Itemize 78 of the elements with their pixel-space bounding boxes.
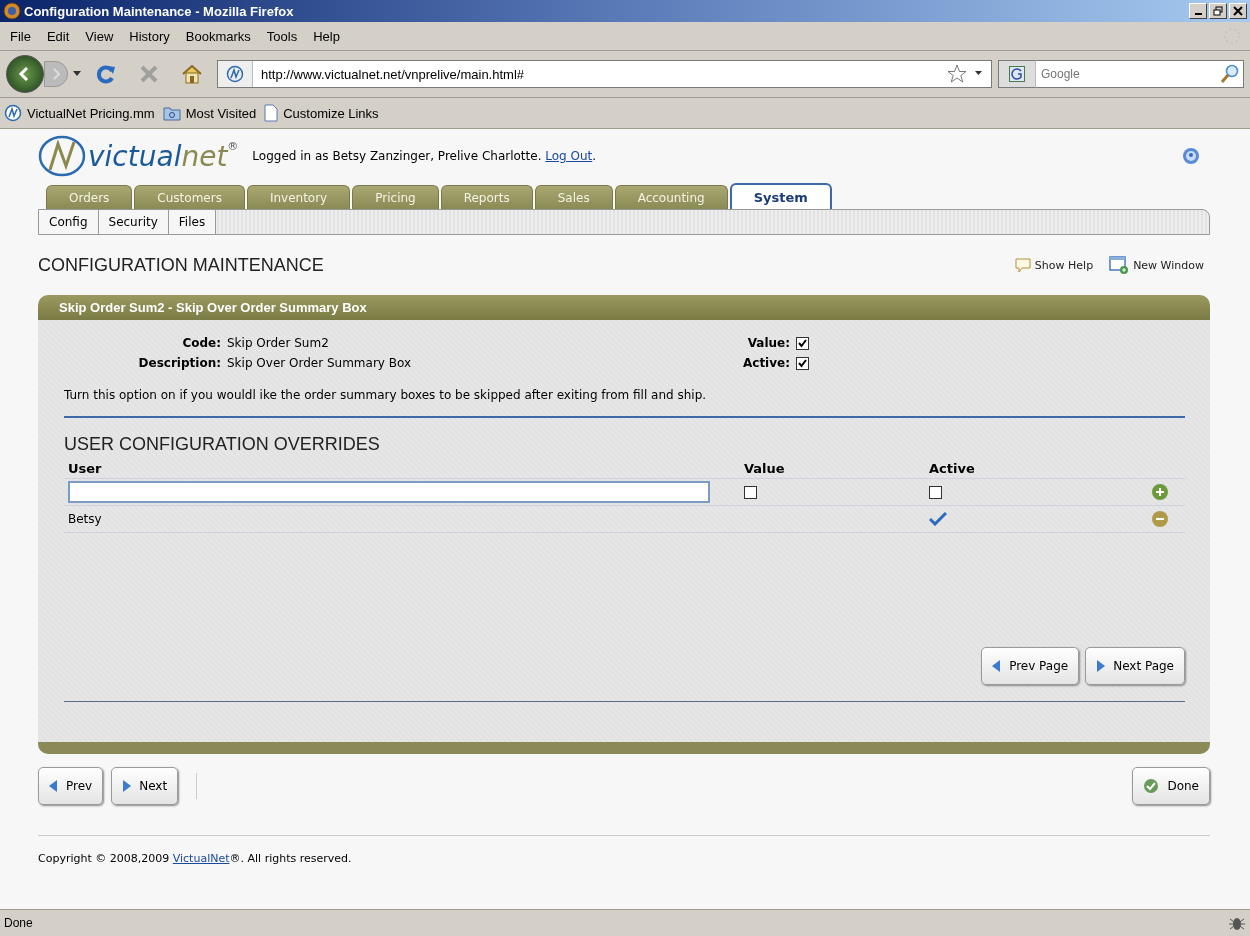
- column-header: Active: [925, 459, 1125, 479]
- search-engine-icon: [1009, 66, 1025, 82]
- status-text: Done: [4, 916, 33, 930]
- copyright-text: Copyright © 2008,2009 VictualNet®. All rights reserved.: [38, 852, 353, 865]
- sub-tab[interactable]: Config: [39, 210, 99, 234]
- field-label: Value:: [746, 336, 790, 350]
- login-status: Logged in as Betsy Zanzinger, Prelive Charlotte. Log Out.: [252, 149, 597, 163]
- user-input-field[interactable]: [68, 481, 710, 503]
- field-label: Active:: [742, 356, 790, 370]
- speech-bubble-icon: [1014, 257, 1031, 273]
- help-icon[interactable]: [1182, 147, 1200, 165]
- page-title: CONFIGURATION MAINTENANCE: [38, 254, 324, 276]
- column-header: Value: [740, 459, 925, 479]
- table-cell: Betsy: [68, 512, 102, 526]
- page-icon: [264, 104, 279, 122]
- search-icon[interactable]: [1217, 60, 1244, 88]
- bookmark-item[interactable]: Most Visited: [162, 105, 257, 121]
- menu-item[interactable]: Edit: [38, 28, 78, 44]
- field-value: Skip Order Sum2: [227, 336, 330, 350]
- minimize-icon: [1194, 13, 1202, 15]
- search-field[interactable]: Google: [1036, 60, 1217, 88]
- sub-tab[interactable]: Files: [168, 210, 217, 234]
- home-icon[interactable]: [181, 64, 203, 84]
- menu-item[interactable]: History: [121, 28, 178, 44]
- menu-item[interactable]: Bookmarks: [177, 28, 259, 44]
- dropdown-icon[interactable]: [73, 71, 81, 77]
- star-icon[interactable]: [947, 64, 967, 84]
- menu-item[interactable]: Tools: [258, 28, 306, 44]
- checkbox[interactable]: [929, 485, 942, 499]
- add-icon[interactable]: [1151, 483, 1169, 501]
- window-title: Configuration Maintenance - Mozilla Firefox: [24, 3, 294, 19]
- restore-button[interactable]: [1209, 3, 1227, 19]
- close-button[interactable]: [1229, 3, 1247, 19]
- logo: victualnet$^{®}$: [38, 134, 239, 178]
- pagination-button[interactable]: Prev Page: [981, 647, 1080, 685]
- address-bar[interactable]: http://www.victualnet.net/vnprelive/main.html#: [217, 60, 992, 88]
- field-value: Skip Over Order Summary Box: [227, 356, 413, 370]
- field-label: Description:: [137, 356, 221, 370]
- site-logo-icon: [226, 65, 244, 83]
- bookmark-item[interactable]: VictualNet Pricing.mm: [4, 104, 155, 122]
- navigation-button[interactable]: Next: [111, 767, 179, 805]
- dropdown-icon[interactable]: [975, 71, 983, 77]
- panel-title: Skip Order Sum2 - Skip Over Order Summary Box: [59, 300, 367, 315]
- back-button[interactable]: [6, 55, 44, 93]
- folder-icon: [162, 105, 181, 121]
- column-header: User: [64, 459, 740, 479]
- menu-item[interactable]: File: [2, 28, 39, 44]
- right-triangle-icon: [1096, 660, 1106, 672]
- bookmark-item[interactable]: Customize Links: [264, 104, 379, 122]
- nav-tab[interactable]: System: [729, 183, 832, 209]
- victualnet-link[interactable]: VictualNet: [172, 852, 230, 865]
- minimize-button[interactable]: [1189, 3, 1207, 19]
- pagination-button[interactable]: Next Page: [1085, 647, 1185, 685]
- search-engine-button[interactable]: [998, 60, 1036, 88]
- navigation-button[interactable]: Prev: [38, 767, 104, 805]
- checkbox[interactable]: [796, 336, 809, 350]
- right-triangle-icon: [122, 780, 132, 792]
- action-link[interactable]: Show Help: [1014, 256, 1094, 274]
- section-heading: USER CONFIGURATION OVERRIDES: [64, 434, 381, 455]
- done-button[interactable]: Done: [1132, 767, 1210, 805]
- description-text: Turn this option on if you wouldl ike the order summary boxes to be skipped after exiting from fill and ship.: [64, 388, 708, 402]
- left-triangle-icon: [992, 660, 1002, 672]
- reload-icon[interactable]: [95, 63, 117, 85]
- restore-icon: [1213, 6, 1223, 16]
- field-label: Code:: [181, 336, 221, 350]
- close-icon: [1233, 6, 1243, 16]
- remove-icon[interactable]: [1151, 510, 1169, 528]
- left-triangle-icon: [49, 780, 58, 792]
- new-window-icon: [1109, 256, 1130, 274]
- sub-tab[interactable]: Security: [98, 210, 169, 234]
- menu-item[interactable]: Help: [305, 28, 348, 44]
- action-link[interactable]: New Window: [1109, 256, 1204, 274]
- checkbox[interactable]: [796, 356, 809, 370]
- url-text: http://www.victualnet.net/vnprelive/main.html#: [261, 66, 525, 82]
- check-circle-icon: [1143, 778, 1160, 794]
- menu-item[interactable]: View: [77, 28, 122, 44]
- site-logo-icon: [4, 104, 22, 122]
- checkbox[interactable]: [744, 485, 757, 499]
